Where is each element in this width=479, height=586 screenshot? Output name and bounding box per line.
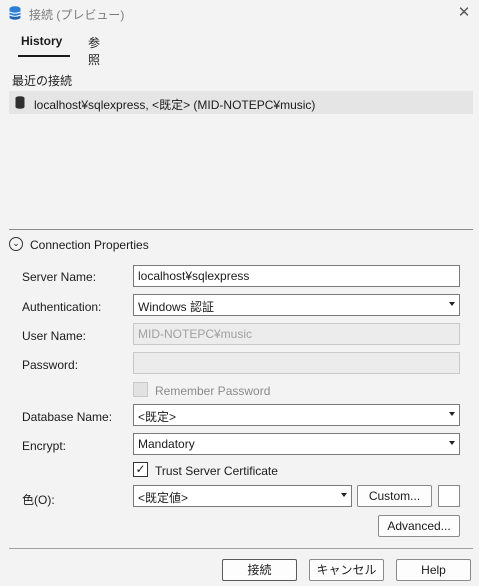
password-input[interactable]: [133, 352, 460, 374]
connection-properties-title: Connection Properties: [30, 238, 149, 252]
close-icon: ✕: [457, 4, 471, 21]
active-tab-indicator: [18, 55, 70, 57]
authentication-value: Windows 認証: [138, 300, 215, 314]
help-button[interactable]: Help: [396, 559, 471, 581]
database-icon: [15, 96, 25, 109]
custom-color-button[interactable]: Custom...: [357, 485, 432, 507]
recent-connections-title: 最近の接続: [12, 74, 73, 88]
collapse-chevron-icon[interactable]: ⌄: [9, 237, 23, 251]
remember-password-label: Remember Password: [155, 384, 271, 398]
dropdown-arrow-icon: [449, 412, 455, 416]
connect-button[interactable]: 接続: [222, 559, 297, 581]
section-divider: [9, 229, 473, 230]
dropdown-arrow-icon: [449, 441, 455, 445]
azure-data-studio-icon: [9, 6, 21, 20]
server-name-input[interactable]: localhost¥sqlexpress: [133, 265, 460, 287]
title-bar: 接続 (プレビュー) ✕: [0, 0, 479, 28]
database-name-select[interactable]: <既定>: [133, 404, 460, 426]
authentication-label: Authentication:: [22, 300, 102, 314]
encrypt-value: Mandatory: [138, 437, 195, 451]
close-button[interactable]: ✕: [455, 4, 473, 22]
cancel-button[interactable]: キャンセル: [309, 559, 384, 581]
recent-connection-item[interactable]: localhost¥sqlexpress, <既定> (MID-NOTEPC¥m…: [9, 91, 473, 114]
encrypt-select[interactable]: Mandatory: [133, 433, 460, 455]
authentication-select[interactable]: Windows 認証: [133, 294, 460, 316]
advanced-button[interactable]: Advanced...: [378, 515, 460, 537]
color-swatch[interactable]: [438, 485, 460, 507]
footer-divider: [9, 548, 473, 549]
color-select[interactable]: <既定値>: [133, 485, 352, 507]
user-name-input[interactable]: MID-NOTEPC¥music: [133, 323, 460, 345]
trust-server-certificate-checkbox[interactable]: ✓: [133, 462, 148, 477]
encrypt-label: Encrypt:: [22, 439, 67, 453]
checkmark-icon: ✓: [135, 462, 146, 476]
database-name-label: Database Name:: [22, 410, 113, 424]
server-name-label: Server Name:: [22, 270, 97, 284]
password-label: Password:: [22, 358, 79, 372]
color-value: <既定値>: [138, 491, 189, 505]
trust-server-certificate-label: Trust Server Certificate: [155, 464, 278, 478]
tab-history[interactable]: History: [21, 34, 62, 48]
window-title: 接続 (プレビュー): [29, 8, 125, 22]
color-label: 色(O):: [22, 493, 55, 507]
recent-connection-label: localhost¥sqlexpress, <既定> (MID-NOTEPC¥m…: [34, 98, 316, 112]
user-name-label: User Name:: [22, 329, 87, 343]
tab-browse[interactable]: 参照: [88, 34, 100, 68]
dropdown-arrow-icon: [449, 302, 455, 306]
database-name-value: <既定>: [138, 410, 177, 424]
dropdown-arrow-icon: [341, 493, 347, 497]
remember-password-checkbox[interactable]: [133, 382, 148, 397]
